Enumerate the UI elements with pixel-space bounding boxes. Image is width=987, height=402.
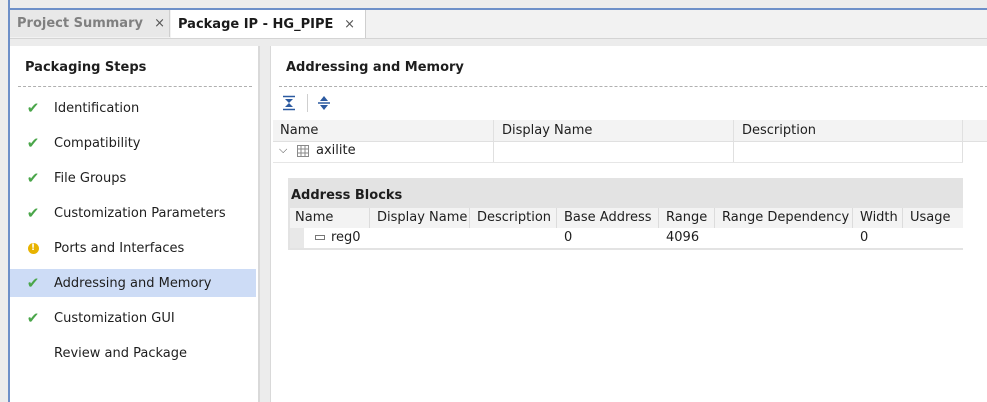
register-icon — [315, 235, 325, 240]
tab-label: Package IP - HG_PIPE — [178, 16, 334, 32]
step-addressing-and-memory[interactable]: ✔ Addressing and Memory — [10, 269, 256, 297]
column-header-description[interactable]: Description — [742, 123, 816, 138]
step-customization-gui[interactable]: ✔ Customization GUI — [10, 304, 256, 332]
step-customization-parameters[interactable]: ✔ Customization Parameters — [10, 199, 256, 227]
tab-project-summary[interactable]: Project Summary × — [10, 10, 170, 37]
column-header-usage[interactable]: Usage — [910, 210, 951, 225]
tab-label: Project Summary — [17, 16, 143, 31]
step-label: Identification — [54, 100, 140, 116]
memory-map-icon — [297, 145, 309, 157]
divider — [279, 86, 987, 87]
step-label: Review and Package — [54, 345, 187, 361]
check-icon: ✔ — [26, 169, 40, 187]
table-header: Name Display Name Description — [273, 120, 987, 142]
column-header-display-name[interactable]: Display Name — [502, 123, 592, 138]
step-label: File Groups — [54, 170, 127, 186]
column-header-display-name[interactable]: Display Name — [377, 210, 467, 225]
step-label: Ports and Interfaces — [54, 240, 185, 256]
close-icon[interactable]: × — [344, 17, 355, 32]
panel-title: Packaging Steps — [25, 60, 147, 75]
page-title: Addressing and Memory — [286, 60, 464, 75]
column-header-description[interactable]: Description — [477, 210, 551, 225]
close-icon[interactable]: × — [154, 16, 165, 31]
expand-all-icon[interactable] — [315, 94, 333, 112]
step-compatibility[interactable]: ✔ Compatibility — [10, 129, 256, 157]
check-icon: ✔ — [26, 99, 40, 117]
step-label: Customization Parameters — [54, 205, 226, 221]
section-title: Address Blocks — [291, 188, 403, 203]
column-header-width[interactable]: Width — [860, 210, 898, 225]
warning-icon: ! — [26, 241, 40, 255]
row-header — [290, 228, 304, 248]
table-row[interactable]: reg0 0 4096 0 — [290, 228, 963, 248]
column-header-name[interactable]: Name — [280, 123, 318, 138]
cell-base-address: 0 — [564, 230, 573, 245]
step-label: Addressing and Memory — [54, 275, 212, 291]
step-review-and-package[interactable]: Review and Package — [10, 339, 256, 367]
check-icon: ✔ — [26, 274, 40, 292]
step-label: Compatibility — [54, 135, 141, 151]
cell-range: 4096 — [666, 230, 700, 245]
toolbar-divider — [307, 94, 308, 112]
check-icon: ✔ — [26, 204, 40, 222]
packaging-steps-panel: Packaging Steps ✔ Identification ✔ Compa… — [10, 46, 260, 402]
address-blocks-section: Address Blocks Name Display Name Descrip… — [288, 178, 963, 250]
step-file-groups[interactable]: ✔ File Groups — [10, 164, 256, 192]
tab-bar: Project Summary × Package IP - HG_PIPE × — [10, 10, 987, 39]
step-ports-and-interfaces[interactable]: ! Ports and Interfaces — [10, 234, 256, 262]
column-header-name[interactable]: Name — [295, 210, 333, 225]
step-label: Customization GUI — [54, 310, 175, 326]
cell-width: 0 — [860, 230, 869, 245]
cell-name: axilite — [316, 143, 356, 158]
tab-package-ip[interactable]: Package IP - HG_PIPE × — [171, 10, 366, 38]
cell-name: reg0 — [331, 230, 361, 245]
table-row[interactable]: ⌵ axilite — [273, 141, 963, 163]
check-icon: ✔ — [26, 134, 40, 152]
column-header-range[interactable]: Range — [666, 210, 707, 225]
chevron-down-icon[interactable]: ⌵ — [279, 143, 287, 157]
step-identification[interactable]: ✔ Identification — [10, 94, 256, 122]
collapse-all-icon[interactable] — [280, 94, 298, 112]
divider — [18, 86, 252, 87]
check-icon: ✔ — [26, 309, 40, 327]
column-header-range-dependency[interactable]: Range Dependency — [722, 210, 849, 225]
table-header: Name Display Name Description Base Addre… — [290, 208, 963, 228]
column-header-base-address[interactable]: Base Address — [564, 210, 652, 225]
addressing-memory-panel: Addressing and Memory Name Display Name … — [270, 46, 987, 402]
